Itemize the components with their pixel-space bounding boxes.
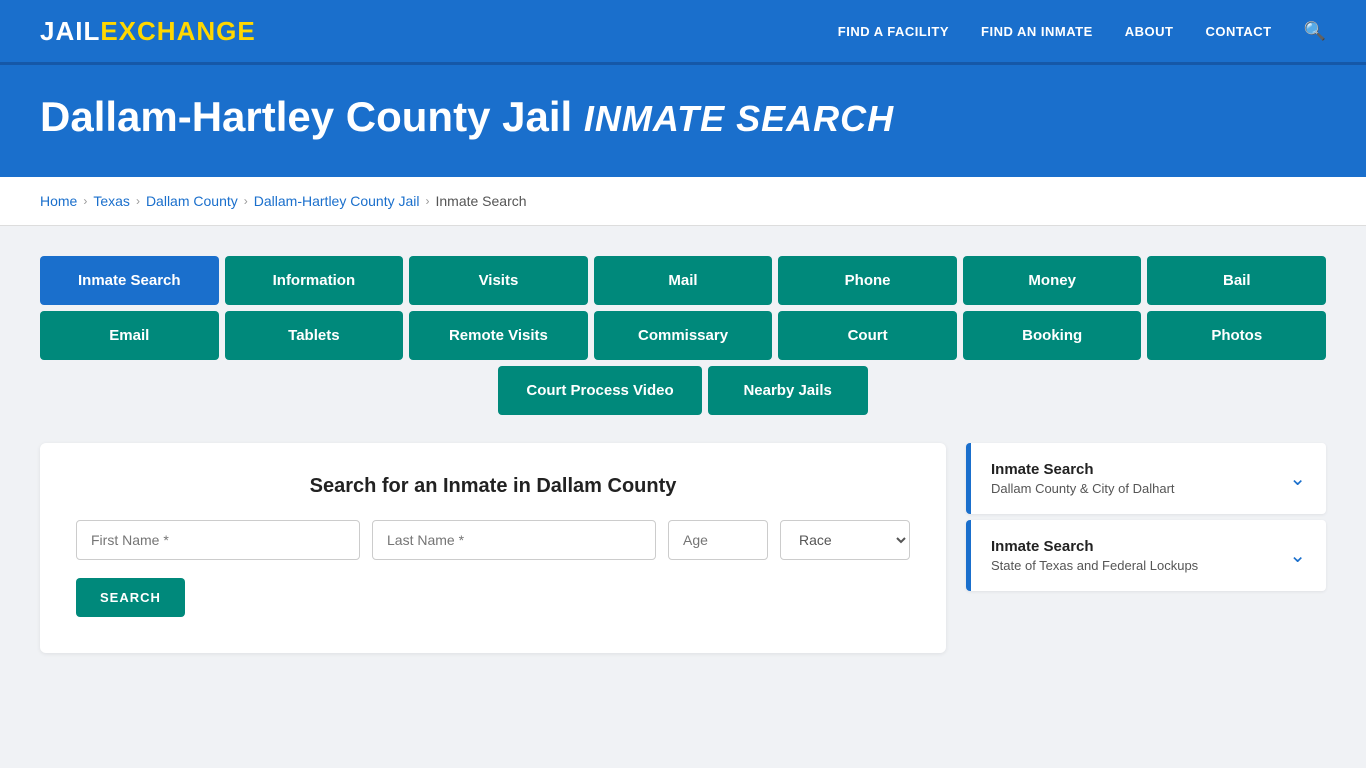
nav-find-facility[interactable]: FIND A FACILITY bbox=[838, 24, 949, 39]
sidebar-item-title-1: Inmate Search bbox=[991, 461, 1175, 478]
site-header: JAILEXCHANGE FIND A FACILITY FIND AN INM… bbox=[0, 0, 1366, 65]
hero-section: Dallam-Hartley County Jail INMATE SEARCH bbox=[0, 65, 1366, 177]
tab-money[interactable]: Money bbox=[963, 256, 1142, 305]
tab-tablets[interactable]: Tablets bbox=[225, 311, 404, 360]
breadcrumb-sep-4: › bbox=[425, 194, 429, 208]
search-box-title: Search for an Inmate in Dallam County bbox=[76, 475, 910, 498]
search-fields: Race White Black Hispanic Asian Other bbox=[76, 520, 910, 560]
sidebar-item-sub-2: State of Texas and Federal Lockups bbox=[991, 558, 1198, 573]
nav-contact[interactable]: CONTACT bbox=[1205, 24, 1271, 39]
nav-find-inmate[interactable]: FIND AN INMATE bbox=[981, 24, 1093, 39]
tab-court-process-video[interactable]: Court Process Video bbox=[498, 366, 701, 415]
tab-bail[interactable]: Bail bbox=[1147, 256, 1326, 305]
tab-mail[interactable]: Mail bbox=[594, 256, 773, 305]
tab-visits[interactable]: Visits bbox=[409, 256, 588, 305]
breadcrumb-current: Inmate Search bbox=[435, 193, 526, 209]
page-title: Dallam-Hartley County Jail INMATE SEARCH bbox=[40, 93, 1326, 141]
tab-email[interactable]: Email bbox=[40, 311, 219, 360]
breadcrumb-jail[interactable]: Dallam-Hartley County Jail bbox=[254, 193, 420, 209]
race-select[interactable]: Race White Black Hispanic Asian Other bbox=[780, 520, 910, 560]
site-logo[interactable]: JAILEXCHANGE bbox=[40, 16, 256, 47]
content-area: Search for an Inmate in Dallam County Ra… bbox=[40, 443, 1326, 653]
sidebar-item-dallam-county[interactable]: Inmate Search Dallam County & City of Da… bbox=[966, 443, 1326, 514]
search-button[interactable]: SEARCH bbox=[76, 578, 185, 617]
chevron-down-icon-1: ⌄ bbox=[1289, 466, 1306, 491]
tab-photos[interactable]: Photos bbox=[1147, 311, 1326, 360]
logo-jail: JAIL bbox=[40, 16, 100, 47]
search-box: Search for an Inmate in Dallam County Ra… bbox=[40, 443, 946, 653]
hero-title-sub: INMATE SEARCH bbox=[584, 98, 894, 139]
breadcrumb-sep-3: › bbox=[244, 194, 248, 208]
breadcrumb-home[interactable]: Home bbox=[40, 193, 77, 209]
last-name-input[interactable] bbox=[372, 520, 656, 560]
tab-court[interactable]: Court bbox=[778, 311, 957, 360]
logo-exchange: EXCHANGE bbox=[100, 16, 255, 47]
tabs-container: Inmate Search Information Visits Mail Ph… bbox=[40, 256, 1326, 415]
age-input[interactable] bbox=[668, 520, 768, 560]
tab-inmate-search[interactable]: Inmate Search bbox=[40, 256, 219, 305]
tab-phone[interactable]: Phone bbox=[778, 256, 957, 305]
tabs-row-2: Email Tablets Remote Visits Commissary C… bbox=[40, 311, 1326, 360]
sidebar: Inmate Search Dallam County & City of Da… bbox=[966, 443, 1326, 597]
breadcrumb-county[interactable]: Dallam County bbox=[146, 193, 238, 209]
search-toggle-button[interactable]: 🔍 bbox=[1304, 21, 1326, 42]
first-name-input[interactable] bbox=[76, 520, 360, 560]
tab-information[interactable]: Information bbox=[225, 256, 404, 305]
breadcrumb: Home › Texas › Dallam County › Dallam-Ha… bbox=[40, 193, 1326, 209]
breadcrumb-sep-2: › bbox=[136, 194, 140, 208]
main-nav: FIND A FACILITY FIND AN INMATE ABOUT CON… bbox=[838, 21, 1326, 42]
main-content: Inmate Search Information Visits Mail Ph… bbox=[0, 226, 1366, 683]
sidebar-item-sub-1: Dallam County & City of Dalhart bbox=[991, 481, 1175, 496]
breadcrumb-sep-1: › bbox=[83, 194, 87, 208]
tab-booking[interactable]: Booking bbox=[963, 311, 1142, 360]
tabs-row-1: Inmate Search Information Visits Mail Ph… bbox=[40, 256, 1326, 305]
sidebar-item-text-1: Inmate Search Dallam County & City of Da… bbox=[991, 461, 1175, 496]
nav-about[interactable]: ABOUT bbox=[1125, 24, 1174, 39]
tab-nearby-jails[interactable]: Nearby Jails bbox=[708, 366, 868, 415]
tab-commissary[interactable]: Commissary bbox=[594, 311, 773, 360]
tabs-row-3: Court Process Video Nearby Jails bbox=[40, 366, 1326, 415]
hero-title-main: Dallam-Hartley County Jail bbox=[40, 93, 572, 140]
breadcrumb-texas[interactable]: Texas bbox=[93, 193, 130, 209]
chevron-down-icon-2: ⌄ bbox=[1289, 543, 1306, 568]
breadcrumb-bar: Home › Texas › Dallam County › Dallam-Ha… bbox=[0, 177, 1366, 226]
sidebar-item-title-2: Inmate Search bbox=[991, 538, 1198, 555]
sidebar-item-text-2: Inmate Search State of Texas and Federal… bbox=[991, 538, 1198, 573]
sidebar-item-texas-federal[interactable]: Inmate Search State of Texas and Federal… bbox=[966, 520, 1326, 591]
tab-remote-visits[interactable]: Remote Visits bbox=[409, 311, 588, 360]
